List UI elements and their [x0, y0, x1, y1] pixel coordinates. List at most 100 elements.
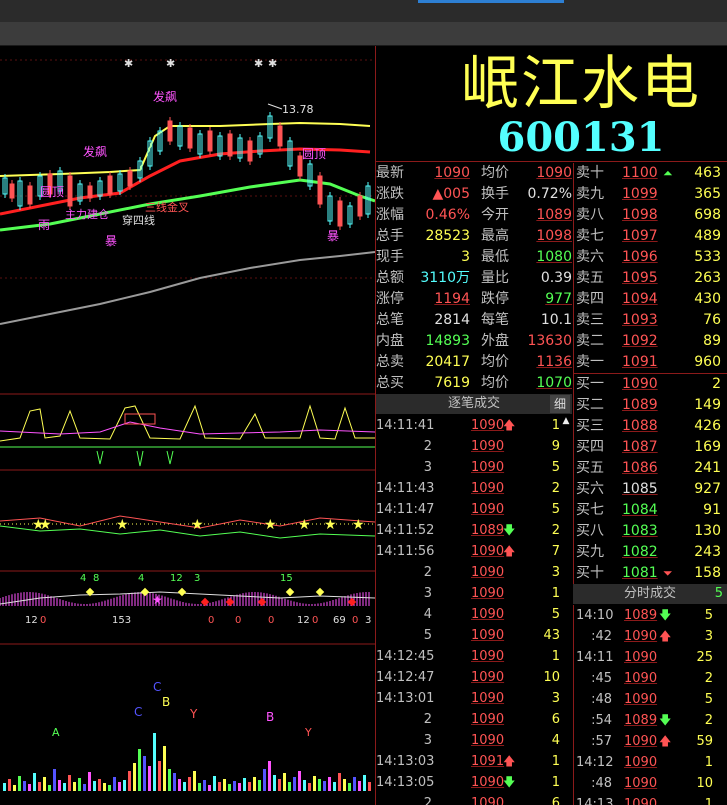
quote-label: 最高 [481, 228, 509, 244]
ask-row[interactable]: 卖八 1098 698 [574, 205, 727, 226]
quote-row: 最新 1090 均价 1090 [376, 163, 572, 184]
candle-body [127, 170, 133, 187]
price-marker-label: 13.78 [282, 103, 314, 116]
tick-row[interactable]: 2 1090 9 [376, 436, 572, 457]
tick-row[interactable]: 14:12:47 1090 10 [376, 667, 572, 688]
kline-chart-area[interactable]: ✱ ✱ ✱ ✱ ★ ★ ★ ★ ★ ★ ★ ★ ★ 13.78 发飙 发飙 圆顶 圆顶 雨 主力建仓 穿… [0, 46, 375, 805]
tick-time: 3 [423, 586, 432, 601]
volume-bar [163, 746, 166, 791]
active-tab-indicator [418, 0, 564, 3]
tick-price: 1090 [471, 691, 505, 706]
minute-section-header[interactable]: 分时成交 5 [573, 584, 727, 604]
minute-row[interactable]: :42 1090 🡅 3 [574, 626, 727, 647]
tick-row[interactable]: 14:12:45 1090 1 [376, 646, 572, 667]
star-signal-icon: ★ [116, 517, 129, 533]
diamond-marker-icon [347, 597, 357, 607]
minute-row[interactable]: :57 1090 🡅 59 [574, 731, 727, 752]
minute-row[interactable]: 14:11 1090 25 [574, 647, 727, 668]
bid-row[interactable]: 买八 1083 130 [574, 521, 727, 542]
tick-row[interactable]: 14:13:01 1090 3 [376, 688, 572, 709]
minute-row[interactable]: :48 1090 10 [574, 773, 727, 794]
minute-price: 1089 [624, 713, 658, 728]
tick-row[interactable]: 3 1090 5 [376, 457, 572, 478]
minute-row[interactable]: 14:10 1089 🡇 5 [574, 605, 727, 626]
volume-bar [53, 769, 56, 791]
volume-bar [288, 782, 291, 791]
star-signal-icon: ★ [298, 517, 311, 533]
book-price: 1098 [622, 207, 658, 223]
ask-row[interactable]: 卖七 1097 489 [574, 226, 727, 247]
quote-row: 涨停 1194 跌停 977 [376, 289, 572, 310]
bid-row[interactable]: 买四 1087 169 [574, 437, 727, 458]
tick-price: 1090 [471, 544, 505, 559]
minute-volume: 3 [704, 629, 713, 644]
osc2-line-green [0, 525, 375, 539]
tick-row[interactable]: 14:11:56 1090 🡅 7 [376, 541, 572, 562]
book-volume: 365 [694, 186, 721, 202]
candle-body [247, 140, 253, 162]
book-level-label: 买九 [576, 544, 604, 560]
tick-row[interactable]: 14:11:41 1090 🡅 1 [376, 415, 572, 436]
tick-row[interactable]: 14:13:05 1090 🡇 1 [376, 772, 572, 793]
ask-row[interactable]: 卖四 1094 430 [574, 289, 727, 310]
volume-bar [103, 783, 106, 791]
book-price: 1096 [622, 249, 658, 265]
volume-bar [148, 766, 151, 791]
minute-trade-list[interactable]: 14:10 1089 🡇 5:42 1090 🡅 3 14:11 1090 25:45 1090 2:… [573, 605, 727, 805]
ask-row[interactable]: 卖六 1096 533 [574, 247, 727, 268]
tick-price: 1090 [471, 586, 505, 601]
bid-row[interactable]: 买五 1086 241 [574, 458, 727, 479]
book-level-label: 买五 [576, 460, 604, 476]
quote-value: 977 [545, 291, 572, 307]
minute-time: :48 [591, 776, 612, 791]
tick-section-header[interactable]: 逐笔成交 细 [376, 394, 572, 414]
tick-row[interactable]: 2 1090 6 [376, 793, 572, 805]
ask-row[interactable]: 卖十 1100 ⏶ 463 [574, 163, 727, 184]
minute-row[interactable]: :54 1089 🡇 2 [574, 710, 727, 731]
book-level-label: 卖三 [576, 312, 604, 328]
tick-row[interactable]: 2 1090 3 [376, 562, 572, 583]
volume-bar [338, 773, 341, 791]
bid-row[interactable]: 买一 1090 2 [574, 374, 727, 395]
tick-time: 2 [423, 565, 432, 580]
tick-row[interactable]: 3 1090 1 [376, 583, 572, 604]
tick-row[interactable]: 14:11:47 1090 5 [376, 499, 572, 520]
tick-volume: 2 [551, 481, 560, 496]
detail-button[interactable]: 细 [550, 395, 570, 413]
tick-list[interactable]: 14:11:41 1090 🡅 1 2 1090 9 3 1090 5 14:11:43 1090 2 1… [376, 415, 572, 805]
bid-row[interactable]: 买十 1081 ⏷ 158 [574, 563, 727, 584]
minute-row[interactable]: :48 1090 5 [574, 689, 727, 710]
volume-bar [208, 785, 211, 791]
signal-label-7: 穿四线 [122, 213, 155, 227]
ask-row[interactable]: 卖五 1095 263 [574, 268, 727, 289]
bid-row[interactable]: 买九 1082 243 [574, 542, 727, 563]
volume-bar [83, 784, 86, 791]
bid-row[interactable]: 买三 1088 426 [574, 416, 727, 437]
ask-row[interactable]: 卖一 1091 960 [574, 352, 727, 373]
volume-bar [13, 785, 16, 791]
bid-row[interactable]: 买六 1085 927 [574, 479, 727, 500]
kline-chart-svg[interactable]: ✱ ✱ ✱ ✱★★ ★ ★ ★ ★ ★ ★★ 13.78 发飙 发飙 圆顶 圆顶 雨 主力建仓 穿… [0, 46, 375, 805]
ask-row[interactable]: 卖二 1092 89 [574, 331, 727, 352]
book-price: 1089 [622, 397, 658, 413]
ask-row[interactable]: 卖三 1093 76 [574, 310, 727, 331]
minute-row[interactable]: 14:12 1090 1 [574, 752, 727, 773]
book-price: 1091 [622, 354, 658, 370]
tick-row[interactable]: 14:13:03 1091 🡅 1 [376, 751, 572, 772]
bid-row[interactable]: 买二 1089 149 [574, 395, 727, 416]
tick-price: 1089 [471, 523, 505, 538]
tick-row[interactable]: 14:11:43 1090 2 [376, 478, 572, 499]
volume-bar [293, 777, 296, 791]
ask-row[interactable]: 卖九 1099 365 [574, 184, 727, 205]
minute-row[interactable]: 14:13 1090 1 [574, 794, 727, 805]
tick-row[interactable]: 14:11:52 1089 🡇 2 [376, 520, 572, 541]
bid-row[interactable]: 买七 1084 91 [574, 500, 727, 521]
star-signal-icon: ★ [324, 517, 337, 533]
book-volume: 130 [694, 523, 721, 539]
tick-row[interactable]: 5 1090 43 [376, 625, 572, 646]
minute-price: 1089 [624, 608, 658, 623]
tick-row[interactable]: 3 1090 4 [376, 730, 572, 751]
tick-row[interactable]: 2 1090 6 [376, 709, 572, 730]
tick-row[interactable]: 4 1090 5 [376, 604, 572, 625]
minute-row[interactable]: :45 1090 2 [574, 668, 727, 689]
